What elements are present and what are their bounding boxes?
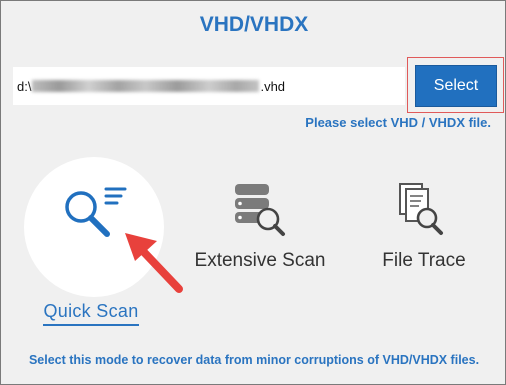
document-search-icon (399, 183, 443, 235)
mode-label-quick-scan[interactable]: Quick Scan (41, 301, 141, 322)
quick-scan-underline (43, 324, 139, 326)
file-path-field[interactable]: d:\ .vhd (13, 67, 405, 105)
red-arrow-annotation (125, 233, 183, 293)
blurred-path-segment (32, 80, 260, 92)
select-button[interactable]: Select (415, 65, 497, 107)
path-suffix: .vhd (260, 78, 286, 94)
database-search-icon (235, 184, 285, 236)
dialog-panel: VHD/VHDX d:\ .vhd Select Please select V… (0, 0, 506, 385)
page-title: VHD/VHDX (199, 13, 309, 36)
mode-label-file-trace[interactable]: File Trace (369, 250, 479, 272)
mode-description: Select this mode to recover data from mi… (28, 353, 480, 367)
mode-label-extensive-scan[interactable]: Extensive Scan (191, 250, 329, 272)
path-prefix: d:\ (17, 78, 32, 94)
select-file-hint: Please select VHD / VHDX file. (305, 115, 491, 130)
